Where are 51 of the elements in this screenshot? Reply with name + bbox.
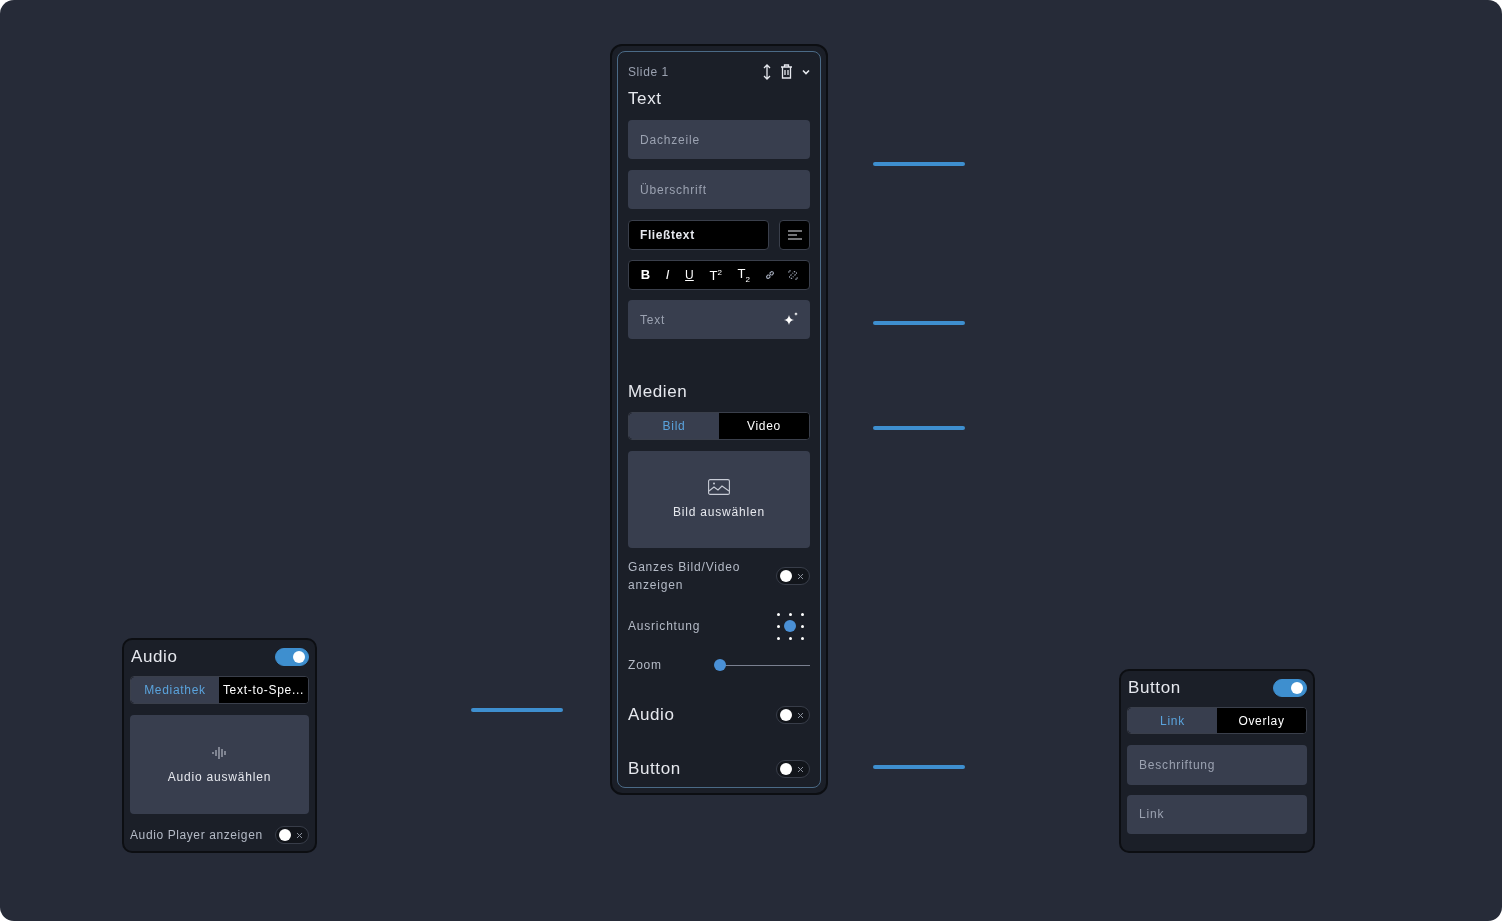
align-button[interactable] <box>779 220 810 251</box>
section-heading: Medien <box>628 382 689 403</box>
text-field[interactable]: Text <box>628 299 810 340</box>
toggle-switch[interactable] <box>776 567 810 585</box>
toggle-switch[interactable] <box>275 648 309 666</box>
audio-tab[interactable]: Mediathek <box>131 677 219 703</box>
toggle-label: Ganzes Bild/Video anzeigen <box>628 559 742 594</box>
image-picker[interactable]: Bild auswählen <box>628 450 810 548</box>
input-field[interactable]: Dachzeile <box>628 120 810 160</box>
section-heading: Text <box>628 89 663 110</box>
format-button[interactable]: T$_{2}$ <box>735 266 752 284</box>
input-field[interactable]: Beschriftung <box>1127 745 1307 785</box>
toggle-switch[interactable] <box>275 826 309 844</box>
audio-picker[interactable]: Audio auswählen <box>130 715 309 814</box>
panel-title: Button <box>1128 678 1181 698</box>
input-field[interactable]: Link <box>1127 794 1307 834</box>
alignment-point[interactable] <box>800 612 804 616</box>
unlink-icon[interactable] <box>787 268 800 281</box>
toggle-label: Audio Player anzeigen <box>130 828 263 842</box>
link-icon[interactable] <box>763 268 776 281</box>
section-heading: Button <box>628 759 681 779</box>
slide-title: Slide 1 <box>628 64 669 79</box>
alignment-point[interactable] <box>776 612 780 616</box>
trash-icon[interactable] <box>780 64 793 80</box>
alignment-point[interactable] <box>800 636 804 640</box>
input-field[interactable]: Überschrift <box>628 170 810 210</box>
alignment-point[interactable] <box>776 636 780 640</box>
image-icon <box>708 479 730 496</box>
format-button[interactable]: T$^{2}$ <box>707 268 724 282</box>
slider-thumb[interactable] <box>714 659 726 671</box>
alignment-point[interactable] <box>776 624 780 628</box>
button-tab[interactable]: Link <box>1128 708 1217 734</box>
format-button[interactable]: U <box>683 268 696 281</box>
move-icon[interactable] <box>763 63 771 80</box>
align-left-icon <box>787 230 802 241</box>
toggle-switch[interactable] <box>776 760 810 778</box>
waveform-icon <box>211 745 228 760</box>
panel-title: Audio <box>131 647 178 667</box>
style-select[interactable]: Fließtext <box>628 220 769 251</box>
media-tab[interactable]: Bild <box>629 413 719 439</box>
chevron-icon[interactable] <box>802 68 810 75</box>
format-button[interactable]: I <box>663 268 672 282</box>
zoom-label: Zoom <box>628 658 662 672</box>
alignment-point[interactable] <box>800 624 804 628</box>
format-button[interactable]: B <box>638 268 653 282</box>
alignment-point[interactable] <box>788 636 792 640</box>
alignment-point[interactable] <box>788 612 792 616</box>
section-heading: Audio <box>628 705 675 725</box>
toggle-switch[interactable] <box>1273 679 1307 697</box>
toggle-switch[interactable] <box>776 706 810 724</box>
alignment-label: Ausrichtung <box>628 619 701 633</box>
